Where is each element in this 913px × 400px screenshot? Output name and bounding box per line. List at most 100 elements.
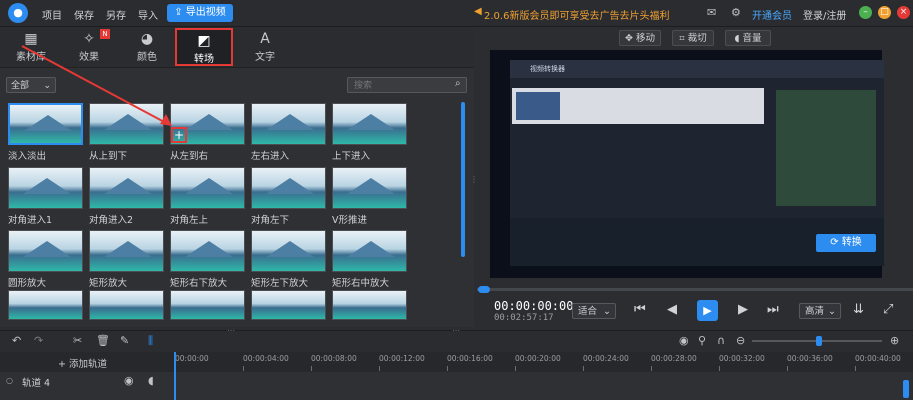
delete-icon[interactable]: 🗑	[96, 334, 110, 347]
gear-icon[interactable]: ⚙	[731, 6, 741, 19]
quality-dropdown[interactable]: 高清 ⌄	[799, 303, 841, 319]
eye-icon[interactable]: ◉	[124, 374, 134, 387]
redo-icon[interactable]: ↷	[34, 334, 43, 347]
transition-thumbnail[interactable]	[170, 230, 245, 272]
search-input[interactable]	[347, 77, 467, 93]
fullscreen-icon[interactable]: ⤢	[883, 302, 893, 317]
tab-media-library[interactable]: ▦ 素材库	[6, 28, 56, 66]
menu-save[interactable]: 保存	[74, 7, 94, 22]
transition-thumbnail[interactable]	[251, 167, 326, 209]
zoom-in-icon[interactable]: ⊕	[890, 334, 899, 347]
tab-transition[interactable]: ◩ 转场	[175, 28, 233, 66]
transition-thumbnail[interactable]	[89, 290, 164, 320]
collapse-icon[interactable]: ⇊	[853, 302, 864, 317]
transition-thumbnail[interactable]	[332, 167, 407, 209]
cut-icon[interactable]: ✂	[73, 334, 82, 347]
magnet-icon[interactable]: ∩	[717, 334, 725, 347]
play-button[interactable]: ▶	[697, 300, 718, 321]
mountain-thumbnail-image	[23, 241, 71, 257]
playhead[interactable]	[174, 352, 176, 400]
undo-icon[interactable]: ↶	[12, 334, 21, 347]
transition-thumbnail[interactable]	[89, 167, 164, 209]
volume-button[interactable]: ◖ 音量	[725, 30, 771, 46]
app-logo-icon: ●	[8, 3, 28, 23]
transition-thumbnail[interactable]	[170, 290, 245, 320]
media-library-icon: ▦	[24, 31, 38, 47]
mountain-thumbnail-image	[185, 114, 233, 130]
minimize-icon[interactable]: –	[859, 6, 872, 19]
transition-label: 上下进入	[332, 151, 371, 162]
move-button[interactable]: ✥ 移动	[619, 30, 661, 46]
embedded-thumbnail	[516, 92, 560, 120]
crop-button[interactable]: ⌗ 裁切	[672, 30, 714, 46]
edit-icon[interactable]: ✎	[120, 334, 129, 347]
skip-start-icon[interactable]: ⏮	[634, 302, 646, 317]
close-icon[interactable]: ×	[897, 6, 910, 19]
ruler-tick-label: 00:00:20:00	[515, 354, 561, 363]
progress-handle[interactable]	[478, 286, 490, 293]
mountain-thumbnail-image	[266, 241, 314, 257]
transition-thumbnail[interactable]	[251, 103, 326, 145]
ruler-tick-label: 00:00:32:00	[719, 354, 765, 363]
skip-end-icon[interactable]: ⏭	[767, 302, 779, 317]
login-link[interactable]: 登录/注册	[803, 7, 846, 22]
step-forward-icon[interactable]: ▶	[738, 302, 748, 317]
menu-save-as[interactable]: 另存	[106, 7, 126, 22]
menu-import[interactable]: 导入	[138, 7, 158, 22]
ruler-tick-label: 00:00:24:00	[583, 354, 629, 363]
zoom-slider-handle[interactable]	[816, 336, 822, 346]
add-track-button[interactable]: + 添加轨道	[58, 356, 107, 370]
transition-thumbnail[interactable]	[8, 230, 83, 272]
step-back-icon[interactable]: ◀	[667, 302, 677, 317]
location-icon[interactable]: ⚲	[698, 334, 706, 347]
panel-resize-handle[interactable]: ⋯	[452, 326, 460, 335]
transition-thumbnail[interactable]	[8, 290, 83, 320]
track-name: 轨道 4	[22, 378, 51, 389]
transition-label: 左右进入	[251, 151, 290, 162]
message-icon[interactable]: ✉	[707, 6, 716, 19]
timeline-track	[0, 372, 913, 400]
promo-banner[interactable]: 2.0.6新版会员即可享受去广告去片头福利	[484, 7, 669, 22]
transition-label: 从左到右	[170, 151, 209, 162]
ruler-tick-mark	[719, 366, 720, 371]
ruler-tick-label: 00:00:40:00	[855, 354, 901, 363]
tab-text[interactable]: A 文字	[240, 28, 290, 66]
mountain-thumbnail-image	[104, 241, 152, 257]
embedded-app-title: 视频转换器	[530, 65, 565, 73]
transition-thumbnail[interactable]	[8, 103, 83, 145]
transition-thumbnail[interactable]	[170, 167, 245, 209]
menu-project[interactable]: 项目	[42, 7, 62, 22]
mountain-thumbnail-image	[185, 178, 233, 194]
transition-thumbnail[interactable]	[251, 230, 326, 272]
vip-link[interactable]: 开通会员	[752, 7, 792, 22]
transition-thumbnail[interactable]	[89, 230, 164, 272]
fit-dropdown[interactable]: 适合 ⌄	[572, 303, 616, 319]
ruler-tick-mark	[787, 366, 788, 371]
transition-thumbnail[interactable]	[332, 230, 407, 272]
ruler-tick-mark	[311, 366, 312, 371]
category-filter[interactable]: 全部 ⌄	[6, 77, 56, 93]
ruler-tick-label: 00:00:08:00	[311, 354, 357, 363]
speaker-icon[interactable]: ◖	[148, 374, 154, 387]
zoom-out-icon[interactable]: ⊖	[736, 334, 745, 347]
transition-thumbnail[interactable]	[251, 290, 326, 320]
search-icon[interactable]: ⌕	[455, 78, 461, 89]
transition-thumbnail[interactable]	[8, 167, 83, 209]
transition-thumbnail[interactable]	[332, 290, 407, 320]
playback-progress-bar[interactable]	[477, 288, 913, 291]
export-video-button[interactable]: ⇪ 导出视频	[167, 4, 233, 22]
mountain-thumbnail-image	[347, 178, 395, 194]
mountain-thumbnail-image	[266, 178, 314, 194]
timeline-scrollbar[interactable]	[903, 380, 909, 398]
panel-resize-handle[interactable]: ⋯	[227, 326, 235, 335]
ruler-tick-mark	[447, 366, 448, 371]
transition-label: 从上到下	[89, 151, 128, 162]
transition-thumbnail[interactable]	[332, 103, 407, 145]
tab-color[interactable]: ◕ 颜色	[122, 28, 172, 66]
transition-thumbnail[interactable]	[89, 103, 164, 145]
maximize-icon[interactable]: □	[878, 6, 891, 19]
record-icon[interactable]: ◉	[679, 334, 689, 347]
split-icon[interactable]: ⫼	[148, 334, 153, 348]
transition-thumbnail[interactable]	[170, 103, 245, 145]
grid-scrollbar[interactable]	[461, 102, 465, 257]
